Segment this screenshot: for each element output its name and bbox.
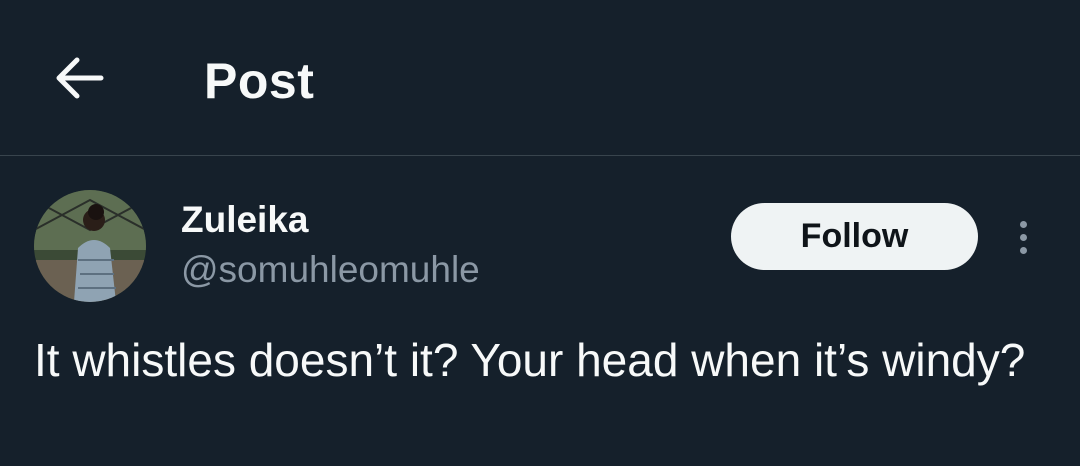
- more-vertical-icon-dot: [1019, 233, 1027, 241]
- more-vertical-icon-dot: [1019, 246, 1027, 254]
- more-options-button[interactable]: [1005, 212, 1041, 262]
- author-handle[interactable]: @somuhleomuhle: [181, 248, 480, 292]
- follow-button[interactable]: Follow: [731, 203, 978, 270]
- avatar[interactable]: [34, 190, 146, 302]
- profile-photo: [34, 190, 146, 302]
- more-vertical-icon: [1019, 220, 1027, 228]
- top-app-bar: Post: [0, 0, 1080, 156]
- author-display-name[interactable]: Zuleika: [181, 198, 309, 242]
- page-title: Post: [204, 53, 315, 109]
- arrow-left-icon: [56, 57, 104, 99]
- back-button[interactable]: [46, 48, 112, 108]
- post-text: It whistles doesn’t it? Your head when i…: [34, 334, 1026, 386]
